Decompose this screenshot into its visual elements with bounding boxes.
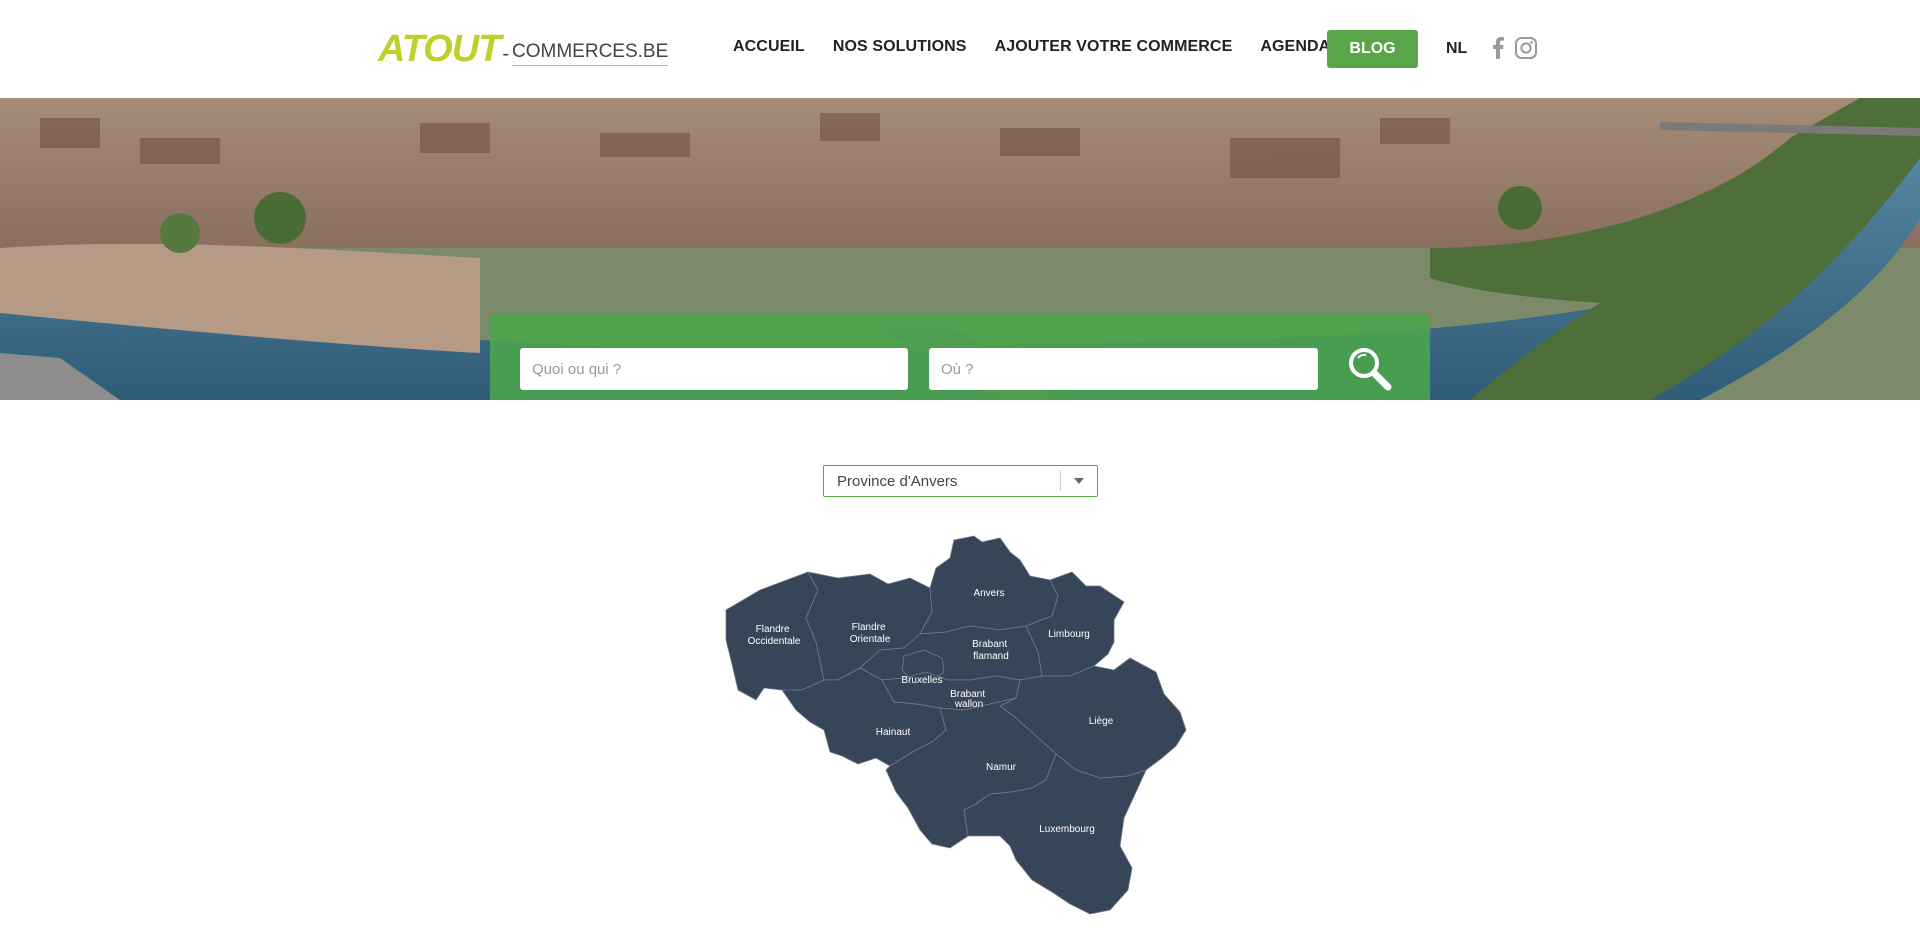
language-switch-nl[interactable]: NL: [1446, 40, 1467, 58]
belgium-map-svg: Flandre Occidentale Flandre Orientale An…: [725, 535, 1187, 915]
chevron-down-icon[interactable]: [1061, 478, 1097, 484]
social-links: [1492, 36, 1538, 60]
logo-text: COMMERCES.BE: [512, 40, 669, 66]
search-what-input[interactable]: [520, 348, 908, 390]
hero-banner: [0, 98, 1920, 400]
search-button[interactable]: [1346, 344, 1398, 394]
instagram-icon[interactable]: [1514, 36, 1538, 60]
logo-dash: -: [502, 43, 510, 65]
logo-mark: ATOUT: [378, 28, 501, 70]
nav-item-agenda[interactable]: AGENDA: [1260, 38, 1330, 56]
region-anvers[interactable]: [919, 535, 1059, 635]
nav-item-ajouter-commerce[interactable]: AJOUTER VOTRE COMMERCE: [995, 38, 1233, 56]
belgium-map: Flandre Occidentale Flandre Orientale An…: [720, 530, 1200, 920]
region-flandre-occidentale[interactable]: [725, 571, 825, 701]
site-logo[interactable]: ATOUT - COMMERCES.BE: [378, 28, 669, 70]
province-select-value: Province d'Anvers: [837, 472, 958, 490]
province-select[interactable]: Province d'Anvers: [823, 465, 1098, 497]
nav-item-accueil[interactable]: ACCUEIL: [733, 38, 805, 56]
search-icon: [1349, 348, 1392, 391]
search-panel: [490, 314, 1430, 400]
nav-item-nos-solutions[interactable]: NOS SOLUTIONS: [833, 38, 967, 56]
facebook-icon[interactable]: [1492, 37, 1504, 59]
site-header: ATOUT - COMMERCES.BE ACCUEIL NOS SOLUTIO…: [0, 0, 1920, 98]
blog-button[interactable]: BLOG: [1327, 30, 1418, 68]
main-nav: ACCUEIL NOS SOLUTIONS AJOUTER VOTRE COMM…: [733, 38, 1358, 56]
search-where-input[interactable]: [929, 348, 1318, 390]
